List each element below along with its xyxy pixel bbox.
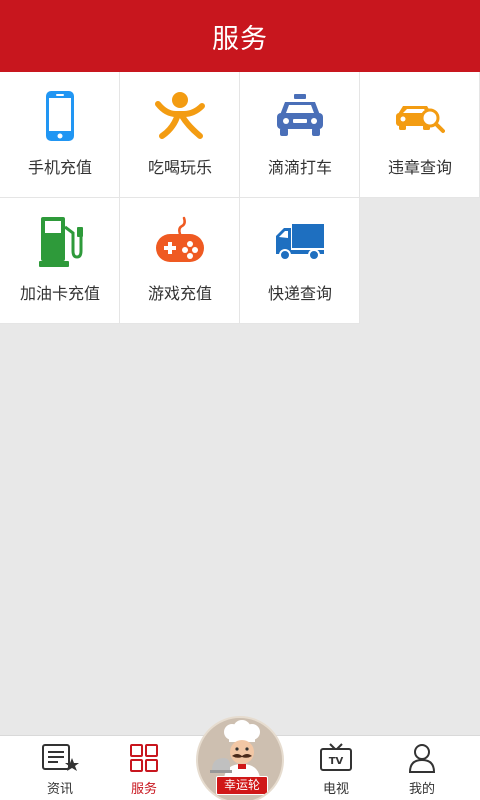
person-icon xyxy=(120,88,240,144)
nav-mine[interactable]: 我的 xyxy=(374,736,470,800)
tv-icon-text: TV xyxy=(329,756,344,767)
phone-icon xyxy=(0,88,120,144)
service-label: 游戏充值 xyxy=(147,284,212,303)
app-root: 服务 手机充值 吃喝玩乐 滴滴打车 违章查询 加油卡充值 游戏充值 快递查询 资… xyxy=(0,0,480,800)
service-label: 违章查询 xyxy=(387,158,452,177)
news-icon xyxy=(12,742,108,774)
service-label: 手机充值 xyxy=(27,158,92,177)
fuel-pump-icon xyxy=(0,214,120,270)
header-bar: 服务 xyxy=(0,0,480,72)
service-label: 加油卡充值 xyxy=(19,284,100,303)
lucky-wheel-label: 幸运轮 xyxy=(216,776,268,795)
service-label: 吃喝玩乐 xyxy=(147,158,212,177)
service-label: 滴滴打车 xyxy=(267,158,332,177)
nav-news[interactable]: 资讯 xyxy=(12,736,108,800)
lucky-wheel-button[interactable]: 幸运轮 xyxy=(196,716,284,800)
gamepad-icon xyxy=(120,214,240,270)
truck-icon xyxy=(240,214,360,270)
service-express-query[interactable]: 快递查询 xyxy=(240,198,360,324)
grid-icon xyxy=(96,742,192,774)
nav-services[interactable]: 服务 xyxy=(96,736,192,800)
nav-services-label: 服务 xyxy=(130,782,157,797)
service-fuel-card-recharge[interactable]: 加油卡充值 xyxy=(0,198,120,324)
service-game-recharge[interactable]: 游戏充值 xyxy=(120,198,240,324)
page-title: 服务 xyxy=(212,23,268,55)
nav-tv-label: 电视 xyxy=(322,782,349,797)
service-phone-recharge[interactable]: 手机充值 xyxy=(0,72,120,198)
service-grid: 手机充值 吃喝玩乐 滴滴打车 违章查询 加油卡充值 游戏充值 快递查询 xyxy=(0,72,480,324)
service-label: 快递查询 xyxy=(267,284,332,303)
taxi-icon xyxy=(240,88,360,144)
tv-icon: TV xyxy=(288,742,384,774)
nav-news-label: 资讯 xyxy=(46,782,73,797)
nav-tv[interactable]: TV 电视 xyxy=(288,736,384,800)
service-food-fun[interactable]: 吃喝玩乐 xyxy=(120,72,240,198)
car-search-icon xyxy=(360,88,480,144)
user-icon xyxy=(374,742,470,774)
service-didi-taxi[interactable]: 滴滴打车 xyxy=(240,72,360,198)
nav-mine-label: 我的 xyxy=(408,782,435,797)
service-violation-query[interactable]: 违章查询 xyxy=(360,72,480,198)
